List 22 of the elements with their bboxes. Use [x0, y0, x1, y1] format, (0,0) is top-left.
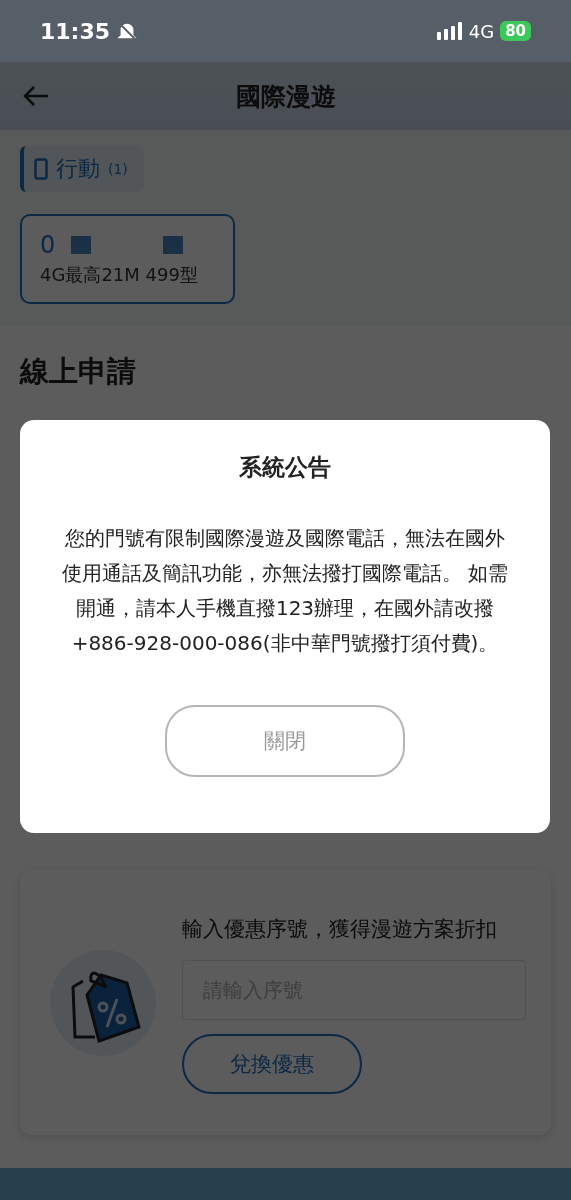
- tab-label: 行動: [56, 155, 100, 183]
- close-button[interactable]: 關閉: [165, 705, 405, 777]
- section-title: 線上申請: [20, 353, 137, 390]
- signal-icon: [436, 22, 463, 40]
- redaction-mark: [163, 236, 184, 254]
- redeem-button[interactable]: 兌換優惠: [182, 1033, 362, 1094]
- phone-number: 0: [40, 231, 56, 259]
- phone-line-card[interactable]: 0 4G最高21M 499型: [20, 214, 235, 304]
- plan-name: 4G最高21M 499型: [40, 263, 198, 287]
- clock-time: 11:35: [40, 18, 111, 44]
- redaction-mark: [71, 236, 92, 254]
- dialog-title: 系統公告: [239, 453, 331, 482]
- battery-level: 80: [500, 21, 531, 41]
- dialog-message: 您的門號有限制國際漫遊及國際電話，無法在國外使用通話及簡訊功能，亦無法撥打國際電話。 如需開通，請本人手機直撥123辦理，在國外請改撥+886-928-000-086(非中華門號撥打須付費)。: [60, 525, 510, 657]
- bell-off-icon: [116, 20, 139, 42]
- line-type-tab[interactable]: 行動 (1): [20, 146, 144, 192]
- promo-text: 輸入優惠序號，獲得漫遊方案折扣: [182, 915, 497, 943]
- page-title: 國際漫遊: [235, 80, 336, 113]
- tab-count: (1): [108, 161, 128, 177]
- phone-icon: [34, 158, 48, 180]
- back-arrow-icon[interactable]: [22, 84, 50, 108]
- network-type: 4G: [468, 20, 495, 42]
